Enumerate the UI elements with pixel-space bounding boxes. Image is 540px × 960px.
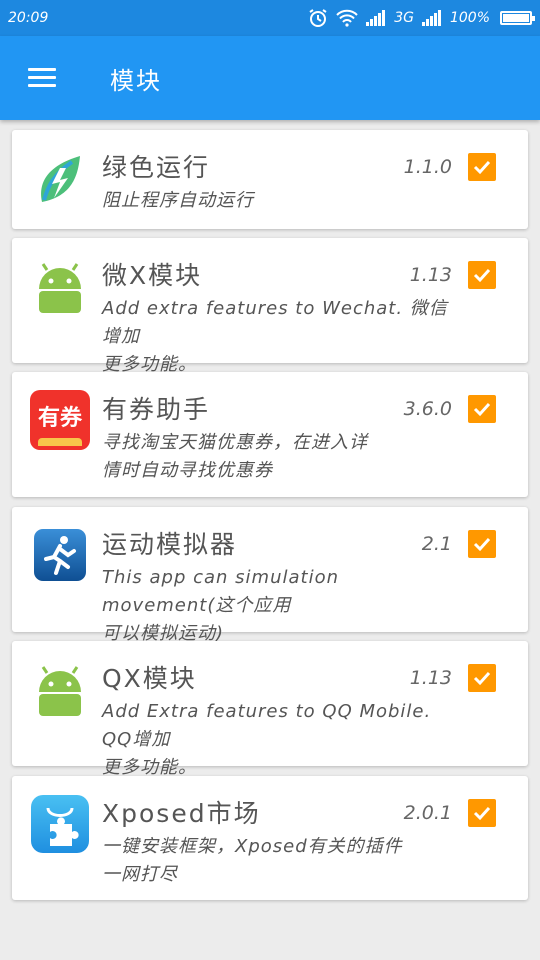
- battery-level: 100%: [449, 10, 490, 26]
- module-description: 寻找淘宝天猫优惠券，在进入详 情时自动寻找优惠券: [102, 429, 452, 485]
- module-enable-checkbox[interactable]: [468, 664, 496, 692]
- android-icon: [30, 258, 90, 318]
- module-name: 绿色运行: [102, 153, 211, 182]
- module-description-line: Add extra features to Wechat. 微信增加: [102, 298, 448, 347]
- running-man-icon: [30, 525, 90, 585]
- module-name: 微X模块: [102, 261, 203, 290]
- module-description-line: This app can simulation movement(这个应用: [102, 567, 339, 616]
- module-description-line: 一键安装框架，Xposed有关的插件: [102, 836, 403, 857]
- module-name: 有券助手: [102, 395, 211, 424]
- module-description-line: Add Extra features to QQ Mobile. QQ增加: [102, 701, 432, 750]
- wifi-icon: [336, 9, 358, 27]
- alarm-icon: [308, 8, 328, 28]
- module-name: 运动模拟器: [102, 530, 238, 559]
- module-enable-checkbox[interactable]: [468, 153, 496, 181]
- module-enable-checkbox[interactable]: [468, 799, 496, 827]
- module-description: This app can simulation movement(这个应用 可以…: [102, 564, 452, 648]
- android-icon: [30, 661, 90, 721]
- module-description-line: 一网打尽: [102, 864, 178, 885]
- module-name: Xposed市场: [102, 799, 261, 828]
- module-enable-checkbox[interactable]: [468, 530, 496, 558]
- checkmark-icon: [473, 537, 491, 552]
- module-version: 2.1: [421, 533, 452, 555]
- module-version: 2.0.1: [403, 802, 452, 824]
- module-version: 3.6.0: [403, 398, 452, 420]
- status-bar: 20:09 3G 100%: [0, 0, 540, 36]
- status-time: 20:09: [8, 10, 49, 26]
- checkmark-icon: [473, 671, 491, 686]
- coupon-app-icon: 有券: [30, 390, 90, 450]
- module-card[interactable]: QX模块 1.13 Add Extra features to QQ Mobil…: [12, 641, 528, 778]
- module-card[interactable]: 微X模块 1.13 Add extra features to Wechat. …: [12, 238, 528, 375]
- module-card[interactable]: 绿色运行 1.1.0 阻止程序自动运行: [12, 130, 528, 229]
- leaf-lightning-icon: [30, 150, 90, 210]
- module-description-line: 寻找淘宝天猫优惠券，在进入详: [102, 432, 368, 453]
- battery-icon: [500, 11, 535, 25]
- module-description-line: 情时自动寻找优惠券: [102, 460, 273, 481]
- module-description-line: 阻止程序自动运行: [102, 190, 254, 211]
- module-card[interactable]: 有券 有券助手 3.6.0 寻找淘宝天猫优惠券，在进入详 情时自动寻找优惠券: [12, 372, 528, 497]
- puzzle-bag-icon: [30, 794, 90, 854]
- module-description: 阻止程序自动运行: [102, 187, 452, 215]
- module-enable-checkbox[interactable]: [468, 395, 496, 423]
- module-description: Add Extra features to QQ Mobile. QQ增加 更多…: [102, 698, 452, 782]
- app-bar: 模块: [0, 36, 540, 120]
- status-icons: 3G 100%: [308, 8, 535, 28]
- module-card[interactable]: Xposed市场 2.0.1 一键安装框架，Xposed有关的插件 一网打尽: [12, 776, 528, 900]
- checkmark-icon: [473, 160, 491, 175]
- module-description: Add extra features to Wechat. 微信增加 更多功能。: [102, 295, 452, 379]
- coupon-icon-text: 有券: [37, 406, 82, 431]
- module-version: 1.13: [409, 667, 452, 689]
- module-name: QX模块: [102, 664, 197, 693]
- module-enable-checkbox[interactable]: [468, 261, 496, 289]
- hamburger-menu-button[interactable]: [0, 36, 84, 120]
- signal-icon: [366, 10, 386, 26]
- page-title: 模块: [110, 66, 162, 95]
- module-card[interactable]: 运动模拟器 2.1 This app can simulation moveme…: [12, 507, 528, 644]
- module-version: 1.13: [409, 264, 452, 286]
- hamburger-menu-icon: [28, 68, 56, 88]
- signal-icon: [421, 10, 442, 26]
- checkmark-icon: [473, 402, 491, 417]
- network-type: 3G: [394, 10, 414, 26]
- checkmark-icon: [473, 268, 491, 283]
- module-description: 一键安装框架，Xposed有关的插件 一网打尽: [102, 833, 452, 889]
- module-version: 1.1.0: [403, 156, 452, 178]
- checkmark-icon: [473, 806, 491, 821]
